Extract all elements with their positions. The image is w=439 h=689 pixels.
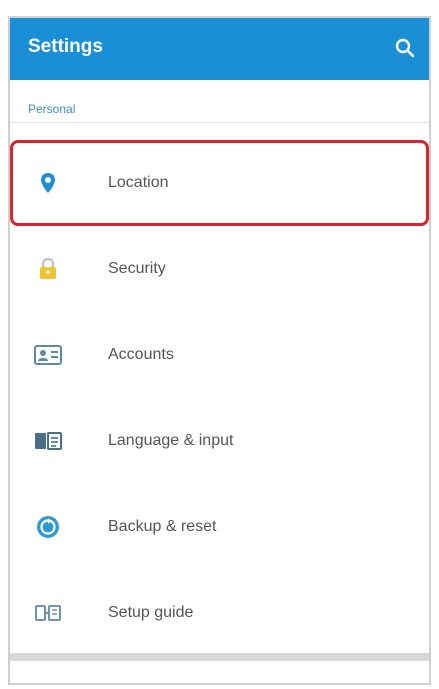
setup-guide-icon: [32, 597, 64, 629]
settings-item-label: Accounts: [108, 346, 174, 363]
app-title: Settings: [28, 36, 103, 57]
lock-icon: [32, 253, 64, 285]
settings-item-location[interactable]: Location: [10, 140, 429, 226]
language-icon: [32, 425, 64, 457]
settings-item-language-input[interactable]: Language & input: [10, 398, 429, 484]
settings-item-backup-reset[interactable]: Backup & reset: [10, 484, 429, 570]
settings-item-label: Location: [108, 174, 169, 191]
settings-item-setup-guide[interactable]: Setup guide: [10, 570, 429, 656]
search-button[interactable]: [389, 32, 421, 64]
search-icon: [395, 38, 415, 58]
settings-item-label: Setup guide: [108, 604, 194, 621]
backup-icon: [32, 511, 64, 543]
divider: [10, 122, 429, 123]
settings-item-security[interactable]: Security: [10, 226, 429, 312]
section-header: Personal: [28, 102, 76, 116]
settings-item-label: Security: [108, 260, 166, 277]
settings-item-label: Language & input: [108, 432, 234, 449]
app-bar: Settings: [10, 18, 429, 80]
location-icon: [32, 167, 64, 199]
settings-screen: Settings Personal Location Security Acco…: [8, 16, 431, 685]
bottom-bar: [10, 653, 429, 661]
accounts-icon: [32, 339, 64, 371]
settings-list: Location Security Accounts Language & in…: [10, 140, 429, 656]
settings-item-label: Backup & reset: [108, 518, 217, 535]
settings-item-accounts[interactable]: Accounts: [10, 312, 429, 398]
